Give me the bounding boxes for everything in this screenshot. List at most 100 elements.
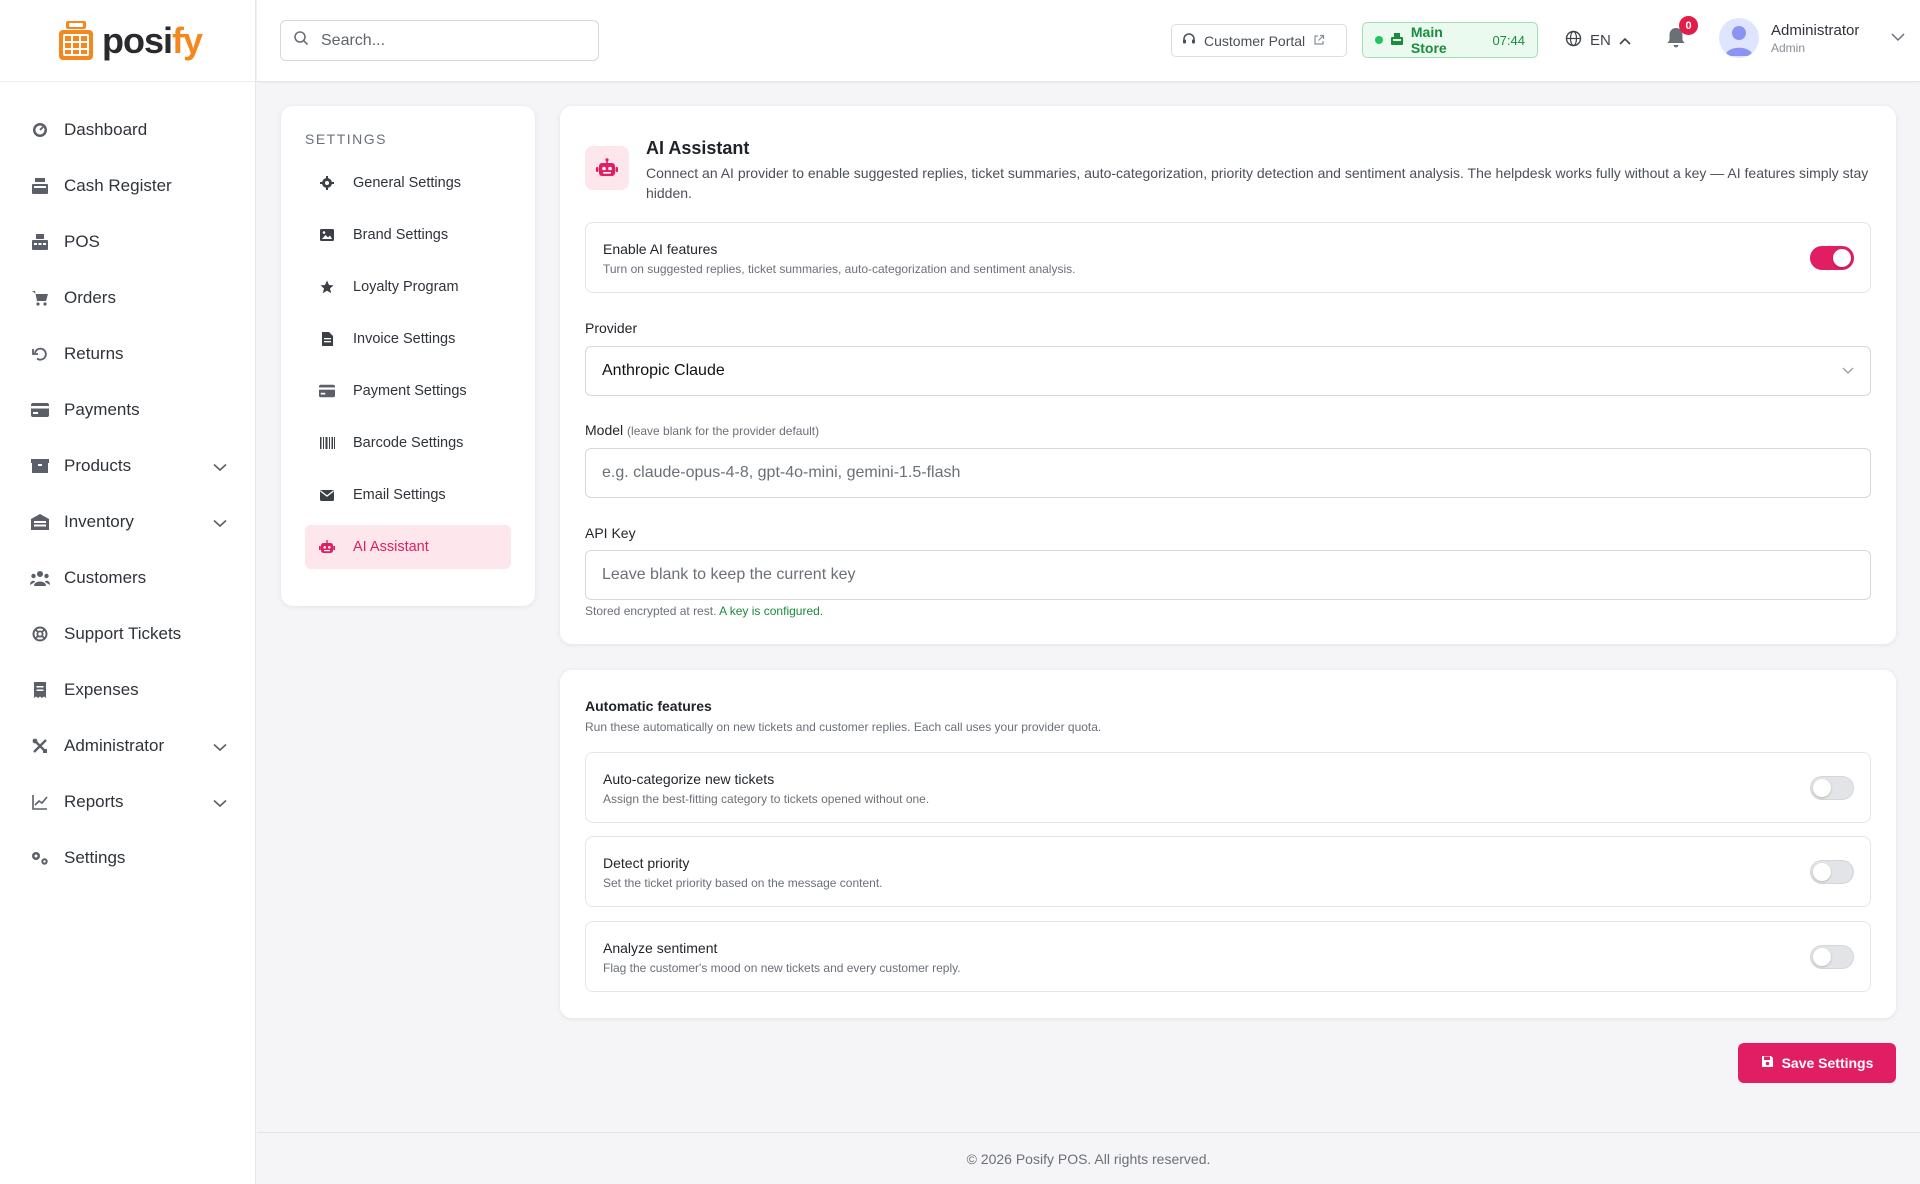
settings-heading: SETTINGS — [305, 131, 388, 147]
analyze-sentiment-toggle[interactable] — [1810, 945, 1854, 969]
settings-item-label: General Settings — [353, 175, 462, 191]
save-settings-button[interactable]: Save Settings — [1738, 1043, 1896, 1083]
sidebar-item-cash-register[interactable]: Cash Register — [0, 158, 255, 214]
api-key-input[interactable] — [602, 566, 1870, 584]
main-nav: Dashboard Cash Register POS Orders Returns Pa… — [0, 82, 255, 886]
store-name: Main Store — [1410, 24, 1447, 56]
chevron-down-icon — [213, 739, 227, 753]
customer-portal-label: Customer Portal — [1204, 32, 1306, 49]
model-field[interactable] — [585, 448, 1871, 498]
logo-register-icon — [58, 20, 94, 61]
settings-item-label: Payment Settings — [353, 383, 467, 399]
bell-icon — [1665, 28, 1687, 54]
sidebar-item-reports[interactable]: Reports — [0, 774, 255, 830]
api-key-field[interactable] — [585, 550, 1871, 600]
sidebar-item-label: Expenses — [64, 680, 139, 699]
sidebar-item-expenses[interactable]: Expenses — [0, 662, 255, 718]
top-header: Customer Portal Main Store 07:44 EN 0 — [257, 0, 1920, 82]
sidebar-item-label: Settings — [64, 848, 126, 867]
sidebar-item-customers[interactable]: Customers — [0, 550, 255, 606]
settings-item-brand-settings[interactable]: Brand Settings — [305, 213, 511, 257]
sidebar-item-payments[interactable]: Payments — [0, 382, 255, 438]
credit-card-icon — [30, 400, 50, 420]
settings-item-email-settings[interactable]: Email Settings — [305, 473, 511, 517]
headset-icon — [1182, 32, 1196, 49]
provider-select[interactable]: Anthropic Claude — [585, 346, 1871, 396]
cogs-icon — [30, 848, 50, 868]
copyright: © 2026 Posify POS. All rights reserved. — [966, 1150, 1211, 1167]
search-input[interactable] — [321, 31, 581, 50]
cash-register-icon — [30, 176, 50, 196]
avatar — [1719, 18, 1759, 58]
chevron-down-icon — [1842, 362, 1854, 380]
sidebar-item-inventory[interactable]: Inventory — [0, 494, 255, 550]
ai-title: AI Assistant — [646, 138, 750, 158]
store-selector[interactable]: Main Store 07:44 — [1362, 22, 1538, 58]
automatic-features-card: Automatic features Run these automatical… — [560, 670, 1896, 1018]
sidebar-item-label: Reports — [64, 792, 124, 811]
save-label: Save Settings — [1781, 1055, 1874, 1071]
detect-priority-toggle[interactable] — [1810, 860, 1854, 884]
settings-item-invoice-settings[interactable]: Invoice Settings — [305, 317, 511, 361]
undo-icon — [30, 344, 50, 364]
chevron-down-icon — [1891, 29, 1905, 47]
sidebar-item-settings[interactable]: Settings — [0, 830, 255, 886]
sidebar-item-orders[interactable]: Orders — [0, 270, 255, 326]
tools-icon — [30, 736, 50, 756]
api-key-status: Stored encrypted at rest. A key is confi… — [585, 604, 824, 618]
box-icon — [30, 456, 50, 476]
sidebar-item-products[interactable]: Products — [0, 438, 255, 494]
credit-card-icon — [319, 383, 335, 399]
notifications-button[interactable]: 0 — [1665, 16, 1698, 54]
notification-count-badge: 0 — [1679, 16, 1698, 35]
auto-categorize-new-tickets-toggle[interactable] — [1810, 776, 1854, 800]
cart-icon — [30, 288, 50, 308]
enable-ai-toggle[interactable] — [1810, 246, 1854, 270]
chevron-down-icon — [213, 459, 227, 473]
sidebar-item-returns[interactable]: Returns — [0, 326, 255, 382]
envelope-icon — [319, 487, 335, 503]
gear-icon — [319, 175, 335, 191]
feature-subtitle: Assign the best-fitting category to tick… — [603, 792, 930, 806]
store-time: 07:44 — [1492, 32, 1525, 48]
settings-item-general-settings[interactable]: General Settings — [305, 161, 511, 205]
settings-item-loyalty-program[interactable]: Loyalty Program — [305, 265, 511, 309]
pos-icon — [30, 232, 50, 252]
user-menu[interactable]: Administrator Admin — [1719, 18, 1905, 58]
model-input[interactable] — [602, 464, 1870, 482]
settings-item-payment-settings[interactable]: Payment Settings — [305, 369, 511, 413]
ai-assistant-card: AI Assistant Connect an AI provider to e… — [560, 106, 1896, 644]
sidebar-item-label: Administrator — [64, 736, 165, 755]
language-selector[interactable]: EN — [1565, 30, 1631, 51]
sidebar-item-label: Support Tickets — [64, 624, 182, 643]
enable-ai-subtitle: Turn on suggested replies, ticket summar… — [603, 262, 1076, 276]
sidebar-item-pos[interactable]: POS — [0, 214, 255, 270]
feature-subtitle: Set the ticket priority based on the mes… — [603, 876, 883, 890]
feature-row-auto-categorize-new-tickets: Auto-categorize new tickets Assign the be… — [585, 752, 1871, 823]
customer-portal-button[interactable]: Customer Portal — [1171, 24, 1347, 57]
settings-item-ai-assistant[interactable]: AI Assistant — [305, 525, 511, 569]
automatic-subtitle: Run these automatically on new tickets a… — [585, 720, 1102, 734]
settings-item-label: AI Assistant — [353, 539, 429, 555]
settings-item-barcode-settings[interactable]: Barcode Settings — [305, 421, 511, 465]
sidebar-item-dashboard[interactable]: Dashboard — [0, 102, 255, 158]
feature-subtitle: Flag the customer's mood on new tickets … — [603, 961, 961, 975]
automatic-title: Automatic features — [585, 698, 712, 714]
sidebar-item-administrator[interactable]: Administrator — [0, 718, 255, 774]
enable-ai-title: Enable AI features — [603, 241, 718, 257]
chevron-up-icon — [1619, 32, 1631, 49]
search-box[interactable] — [280, 20, 599, 61]
enable-ai-row: Enable AI features Turn on suggested rep… — [585, 222, 1871, 293]
logo[interactable]: posify — [0, 0, 255, 82]
online-status-dot — [1375, 36, 1383, 44]
api-key-label: API Key — [585, 525, 636, 541]
settings-menu: SETTINGS General Settings Brand Settings L… — [281, 106, 535, 606]
feature-title: Analyze sentiment — [603, 940, 718, 956]
sidebar-item-label: Customers — [64, 568, 147, 587]
ai-description: Connect an AI provider to enable suggest… — [646, 165, 1869, 201]
star-icon — [319, 279, 335, 295]
sidebar-item-label: Products — [64, 456, 132, 475]
chevron-down-icon — [213, 795, 227, 809]
sidebar-item-label: Orders — [64, 288, 116, 307]
sidebar-item-support-tickets[interactable]: Support Tickets — [0, 606, 255, 662]
